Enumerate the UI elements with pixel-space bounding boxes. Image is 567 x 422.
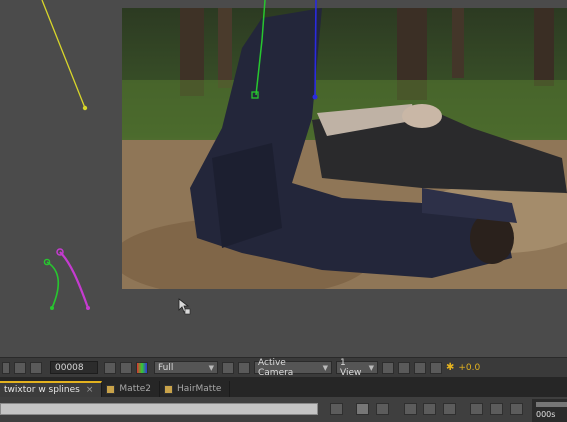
graph-editor-icon[interactable] — [510, 403, 523, 415]
always-preview-icon[interactable] — [2, 361, 10, 374]
comp-flowchart-icon[interactable] — [430, 361, 442, 374]
composition-mini-flowchart-icon[interactable] — [330, 403, 343, 415]
composition-viewer[interactable] — [0, 0, 567, 357]
toggle-pixel-aspect-icon[interactable] — [382, 361, 394, 374]
chevron-down-icon: ▼ — [368, 363, 374, 372]
tab-hairmatte[interactable]: HairMatte — [160, 381, 231, 397]
work-area-bar[interactable] — [536, 402, 567, 407]
blue-spline[interactable] — [314, 0, 317, 98]
tab-label: HairMatte — [177, 384, 222, 394]
timeline-toolbar: 000s — [0, 397, 567, 422]
label-color-swatch — [164, 384, 174, 394]
brainstorm-icon[interactable] — [470, 403, 483, 415]
magenta-spline[interactable] — [59, 251, 90, 309]
shy-layers-icon[interactable] — [404, 403, 417, 415]
green-spline-2-end[interactable] — [50, 306, 54, 310]
tab-label: twixtor w splines — [4, 385, 80, 395]
3d-view-icon[interactable] — [414, 361, 426, 374]
comp-3d-icon[interactable] — [376, 403, 389, 415]
tab-matte2[interactable]: Matte2 — [102, 381, 161, 397]
pen-cursor-icon — [178, 298, 191, 315]
time-ruler[interactable]: 000s — [532, 399, 567, 422]
motion-blur-icon[interactable] — [443, 403, 456, 415]
green-spline-handle[interactable] — [251, 91, 259, 99]
frame-blending-icon[interactable] — [423, 403, 436, 415]
safe-zone-icon[interactable] — [398, 361, 410, 374]
camera-value: Active Camera — [258, 357, 294, 378]
magenta-spline-end[interactable] — [86, 306, 90, 310]
blue-spline-handle[interactable] — [312, 94, 318, 100]
ruler-time-label: 000s — [536, 410, 556, 419]
resolution-dropdown[interactable]: Full ▼ — [154, 361, 218, 374]
green-spline[interactable] — [255, 0, 266, 96]
region-of-interest-icon[interactable] — [14, 361, 26, 374]
viewer-controls-bar: 00008 Full ▼ Active Camera ▼ 1 View ▼ ✱ +0.… — [0, 357, 567, 378]
draft-3d-icon[interactable] — [356, 403, 369, 415]
camera-dropdown[interactable]: Active Camera ▼ — [254, 358, 332, 378]
yellow-spline-handle[interactable] — [82, 105, 88, 111]
fast-preview-icon[interactable] — [222, 361, 234, 374]
resolution-value: Full — [158, 362, 174, 373]
view-layout-value: 1 View — [340, 357, 362, 378]
label-color-swatch — [106, 384, 116, 394]
current-frame-field[interactable]: 00008 — [50, 361, 98, 374]
exposure-value[interactable]: +0.0 — [458, 363, 480, 373]
transparency-grid-icon[interactable] — [30, 361, 42, 374]
camera-icon[interactable] — [104, 361, 116, 374]
layer-search-input[interactable] — [0, 403, 318, 415]
close-icon[interactable]: × — [86, 385, 94, 395]
green-spline-2[interactable] — [46, 261, 60, 309]
auto-keyframe-icon[interactable] — [490, 403, 503, 415]
timeline-tab-bar: twixtor w splines × Matte2 HairMatte — [0, 377, 567, 398]
yellow-spline[interactable] — [41, 0, 86, 109]
motion-splines[interactable] — [0, 0, 567, 357]
chevron-down-icon: ▼ — [208, 363, 214, 372]
view-layout-dropdown[interactable]: 1 View ▼ — [336, 358, 378, 378]
chevron-down-icon: ▼ — [322, 363, 328, 372]
tab-twixtor-w-splines[interactable]: twixtor w splines × — [0, 381, 103, 397]
show-snapshot-icon[interactable] — [120, 361, 132, 374]
color-channels-icon[interactable] — [136, 361, 148, 374]
exposure-icon[interactable]: ✱ — [446, 362, 454, 373]
tab-label: Matte2 — [119, 384, 152, 394]
transparency-toggle-icon[interactable] — [238, 361, 250, 374]
